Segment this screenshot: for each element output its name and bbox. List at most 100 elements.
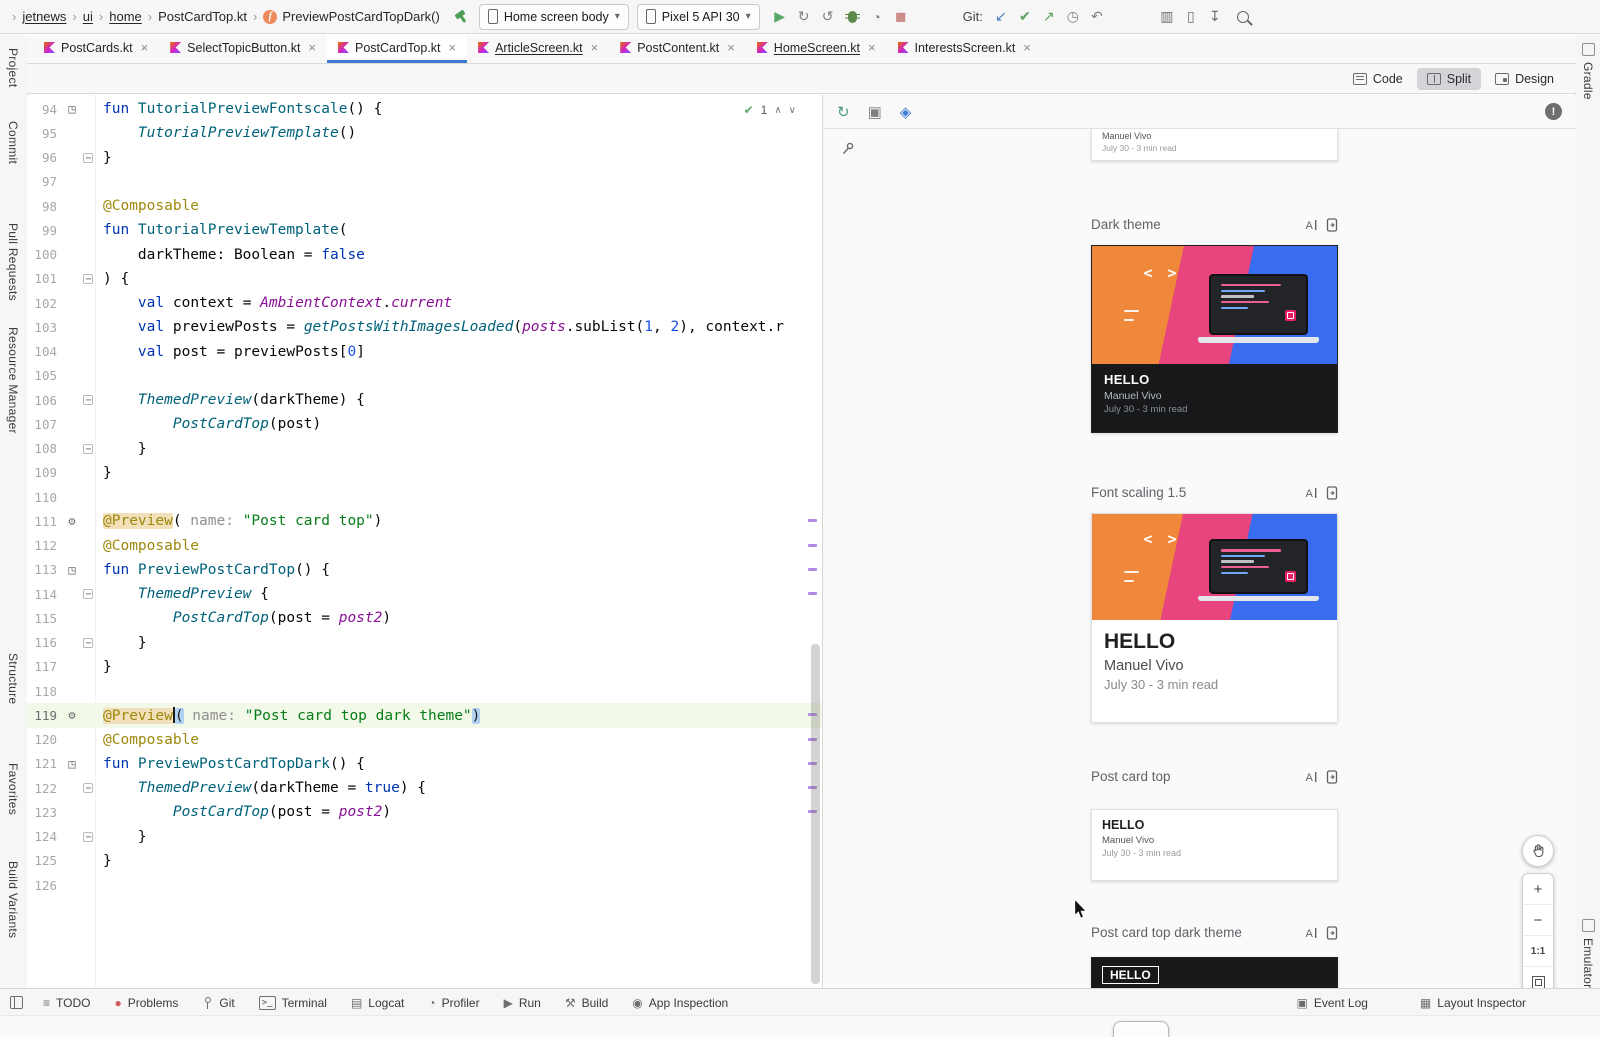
close-tab-icon[interactable]: ×: [308, 40, 316, 55]
toolwindow-project[interactable]: Project: [6, 48, 20, 87]
close-tab-icon[interactable]: ×: [1023, 40, 1031, 55]
pin-icon[interactable]: [841, 141, 856, 159]
inspections-widget[interactable]: ✔ 1 ∧ ∨: [738, 101, 802, 119]
deploy-to-device-icon[interactable]: [1326, 218, 1338, 232]
update-project-icon[interactable]: ↙: [989, 8, 1013, 25]
gear-gutter-icon[interactable]: ⚙: [63, 708, 81, 722]
fold-marker[interactable]: [81, 388, 95, 412]
preview-card-dark-partial[interactable]: HELLO Manuel Vivo: [1091, 957, 1338, 988]
issues-icon[interactable]: !: [1545, 103, 1562, 120]
statusbar-item-profiler[interactable]: ◔Profiler: [428, 996, 479, 1010]
toolwindow-toggle-icon[interactable]: [10, 996, 23, 1009]
interactive-preview-icon[interactable]: A: [1304, 486, 1318, 500]
run-preview-gutter-icon[interactable]: ◳: [63, 563, 81, 577]
view-mode-design[interactable]: Design: [1485, 68, 1564, 90]
push-icon[interactable]: ↗: [1037, 8, 1061, 25]
build-hammer-icon[interactable]: [454, 9, 469, 24]
gear-gutter-icon[interactable]: ⚙: [63, 514, 81, 528]
tab-PostCardTop.kt[interactable]: PostCardTop.kt×: [327, 35, 467, 63]
interactive-preview-icon[interactable]: A: [1304, 926, 1318, 940]
run-preview-gutter-icon[interactable]: ◳: [63, 102, 81, 116]
view-mode-split[interactable]: Split: [1417, 68, 1481, 90]
statusbar-item-event-log[interactable]: ▣Event Log: [1297, 996, 1368, 1010]
breadcrumb-item[interactable]: home: [109, 9, 142, 24]
deploy-to-device-icon[interactable]: [1326, 770, 1338, 784]
statusbar-item-layout-inspector[interactable]: ▦Layout Inspector: [1420, 996, 1526, 1010]
sdk-manager-icon[interactable]: ↧: [1203, 8, 1227, 25]
preview-card-post-card-top[interactable]: HELLO Manuel Vivo July 30 - 3 min read: [1091, 809, 1338, 881]
preview-canvas[interactable]: Manuel Vivo July 30 - 3 min read < > HEL…: [823, 129, 1576, 988]
close-tab-icon[interactable]: ×: [448, 40, 456, 55]
zoom-in-button[interactable]: +: [1523, 874, 1553, 904]
history-icon[interactable]: ◷: [1061, 8, 1085, 25]
fold-marker[interactable]: [81, 582, 95, 606]
commit-icon[interactable]: ✔: [1013, 8, 1037, 25]
toolwindow-emulator[interactable]: Emulator: [1581, 919, 1595, 988]
statusbar-item-run[interactable]: ▶Run: [504, 996, 541, 1010]
ui-check-icon[interactable]: ▣: [868, 103, 882, 121]
debug-icon[interactable]: [848, 11, 857, 23]
statusbar-item-terminal[interactable]: >_Terminal: [259, 996, 327, 1010]
apply-code-changes-icon[interactable]: ↺: [816, 8, 840, 25]
fold-marker[interactable]: [81, 776, 95, 800]
tab-HomeScreen.kt[interactable]: HomeScreen.kt×: [746, 35, 887, 63]
preview-card-dark-theme[interactable]: < > HELLO Manuel Vivo July 30 - 3 min re…: [1091, 245, 1338, 433]
rollback-icon[interactable]: ↶: [1085, 8, 1109, 25]
run-config-dropdown[interactable]: Home screen body ▾: [479, 4, 629, 30]
toolwindow-commit[interactable]: Commit: [6, 121, 20, 164]
build-refresh-icon[interactable]: ↻: [837, 103, 850, 121]
tab-SelectTopicButton.kt[interactable]: SelectTopicButton.kt×: [159, 35, 327, 63]
statusbar-item-build[interactable]: ⚒Build: [565, 996, 608, 1010]
layout-inspector-icon[interactable]: ▥: [1155, 8, 1179, 25]
fold-marker[interactable]: [81, 437, 95, 461]
toolwindow-gradle[interactable]: Gradle: [1581, 43, 1595, 100]
zoom-out-button[interactable]: −: [1523, 904, 1553, 935]
fold-marker[interactable]: [81, 825, 95, 849]
device-dropdown[interactable]: Pixel 5 API 30 ▾: [637, 4, 760, 30]
device-manager-icon[interactable]: ▯: [1179, 8, 1203, 25]
statusbar-item-app-inspection[interactable]: ◉App Inspection: [632, 996, 728, 1010]
toolwindow-build-variants[interactable]: Build Variants: [6, 861, 20, 938]
statusbar-item-git[interactable]: Git: [202, 996, 234, 1010]
breadcrumb-item[interactable]: PostCardTop.kt: [158, 9, 247, 24]
close-tab-icon[interactable]: ×: [727, 40, 735, 55]
breadcrumb-item[interactable]: jetnews: [22, 9, 66, 24]
fold-marker[interactable]: [81, 631, 95, 655]
statusbar-item-problems[interactable]: ●Problems: [114, 996, 178, 1010]
statusbar-item-todo[interactable]: ≡TODO: [43, 996, 90, 1010]
toolwindow-structure[interactable]: Structure: [6, 653, 20, 704]
preview-card-font-scaling[interactable]: < > HELLO Manuel Vivo July 30 - 3 min re…: [1091, 513, 1338, 723]
breadcrumb-item[interactable]: ui: [83, 9, 93, 24]
next-issue-icon[interactable]: ∨: [789, 105, 796, 116]
fold-marker[interactable]: [81, 146, 95, 170]
view-mode-code[interactable]: Code: [1343, 68, 1413, 90]
stop-icon[interactable]: ◼: [889, 8, 913, 25]
interactive-preview-icon[interactable]: A: [1304, 218, 1318, 232]
pan-button[interactable]: [1522, 835, 1554, 867]
toolwindow-pull-requests[interactable]: Pull Requests: [6, 223, 20, 301]
code-editor[interactable]: 94◳fun TutorialPreviewFontscale() {95 Tu…: [27, 95, 822, 988]
editor-scrollbar[interactable]: [811, 644, 820, 984]
preview-card-partial[interactable]: Manuel Vivo July 30 - 3 min read: [1091, 129, 1338, 161]
tab-PostCards.kt[interactable]: PostCards.kt×: [33, 35, 159, 63]
toolwindow-favorites[interactable]: Favorites: [6, 763, 20, 815]
search-icon[interactable]: [1237, 11, 1249, 23]
tab-InterestsScreen.kt[interactable]: InterestsScreen.kt×: [887, 35, 1042, 63]
deploy-to-device-icon[interactable]: [1326, 486, 1338, 500]
apply-changes-icon[interactable]: ↻: [792, 8, 816, 25]
toolwindow-resource-manager[interactable]: Resource Manager: [6, 327, 20, 434]
tab-ArticleScreen.kt[interactable]: ArticleScreen.kt×: [467, 35, 609, 63]
tab-PostContent.kt[interactable]: PostContent.kt×: [609, 35, 746, 63]
deploy-to-device-icon[interactable]: [1326, 926, 1338, 940]
run-button[interactable]: ▶: [768, 8, 792, 25]
breadcrumb-item[interactable]: fPreviewPostCardTopDark(): [263, 9, 440, 24]
interactive-preview-icon[interactable]: A: [1304, 770, 1318, 784]
statusbar-item-logcat[interactable]: ▤Logcat: [351, 996, 404, 1010]
zoom-to-fit-button[interactable]: [1523, 966, 1553, 988]
zoom-actual-size-button[interactable]: 1:1: [1523, 935, 1553, 966]
close-tab-icon[interactable]: ×: [141, 40, 149, 55]
run-preview-gutter-icon[interactable]: ◳: [63, 757, 81, 771]
layers-icon[interactable]: ◈: [900, 103, 912, 121]
fold-marker[interactable]: [81, 267, 95, 291]
profiler-icon[interactable]: ◔: [865, 9, 889, 25]
